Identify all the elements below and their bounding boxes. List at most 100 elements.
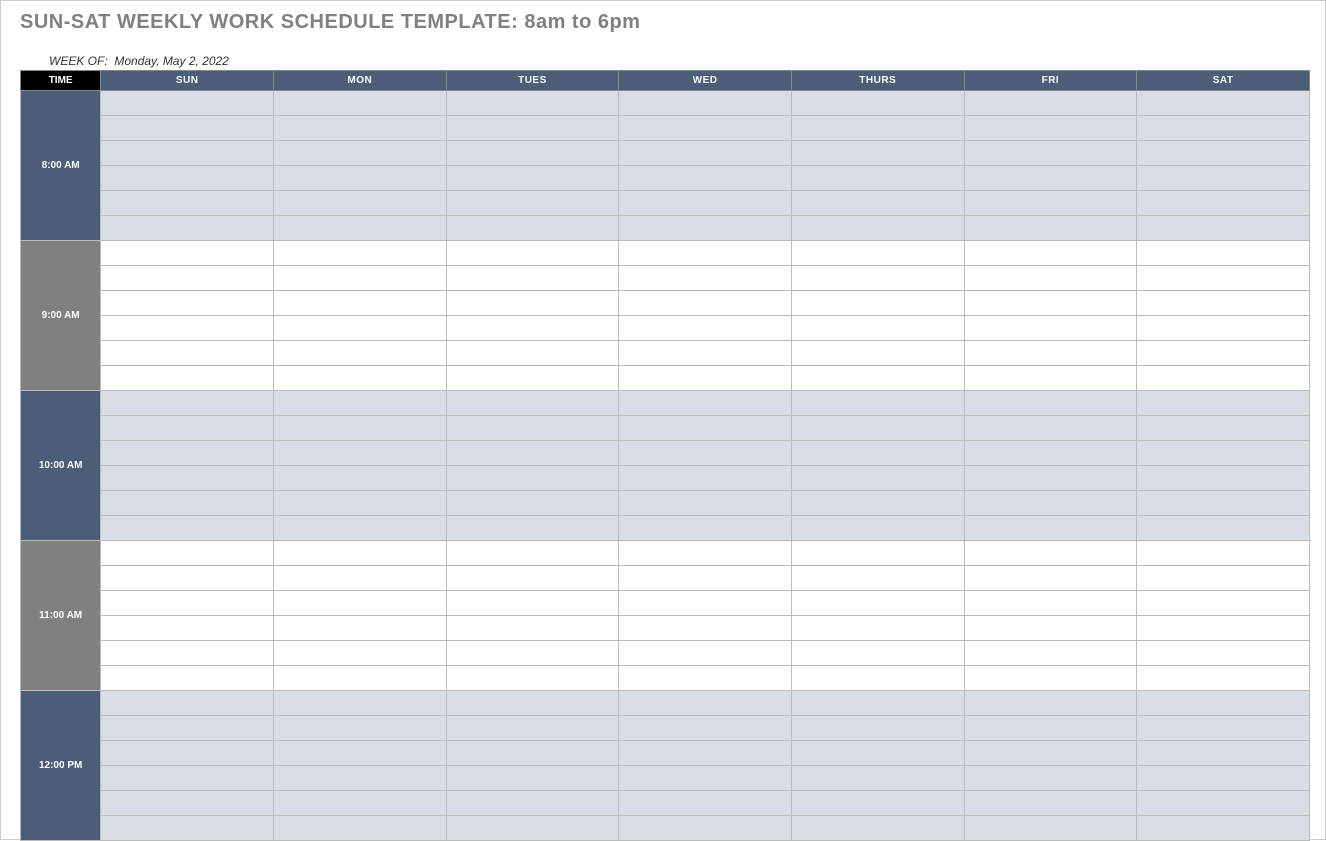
schedule-cell[interactable] [101, 166, 274, 191]
schedule-cell[interactable] [791, 241, 964, 266]
schedule-cell[interactable] [964, 391, 1137, 416]
schedule-cell[interactable] [619, 491, 792, 516]
schedule-cell[interactable] [273, 791, 446, 816]
schedule-cell[interactable] [964, 141, 1137, 166]
schedule-cell[interactable] [101, 466, 274, 491]
schedule-cell[interactable] [1137, 666, 1310, 691]
schedule-cell[interactable] [964, 241, 1137, 266]
schedule-cell[interactable] [446, 241, 619, 266]
schedule-cell[interactable] [964, 441, 1137, 466]
schedule-cell[interactable] [791, 291, 964, 316]
schedule-cell[interactable] [446, 491, 619, 516]
schedule-cell[interactable] [791, 791, 964, 816]
schedule-cell[interactable] [273, 591, 446, 616]
schedule-cell[interactable] [273, 91, 446, 116]
schedule-cell[interactable] [964, 316, 1137, 341]
schedule-cell[interactable] [101, 391, 274, 416]
schedule-cell[interactable] [791, 666, 964, 691]
schedule-cell[interactable] [446, 816, 619, 841]
schedule-cell[interactable] [273, 241, 446, 266]
schedule-cell[interactable] [791, 716, 964, 741]
schedule-cell[interactable] [1137, 791, 1310, 816]
schedule-cell[interactable] [619, 666, 792, 691]
schedule-cell[interactable] [619, 466, 792, 491]
schedule-cell[interactable] [101, 91, 274, 116]
schedule-cell[interactable] [791, 516, 964, 541]
schedule-cell[interactable] [1137, 766, 1310, 791]
schedule-cell[interactable] [273, 216, 446, 241]
schedule-cell[interactable] [101, 216, 274, 241]
schedule-cell[interactable] [791, 191, 964, 216]
schedule-cell[interactable] [964, 816, 1137, 841]
schedule-cell[interactable] [791, 441, 964, 466]
schedule-cell[interactable] [791, 116, 964, 141]
schedule-cell[interactable] [446, 741, 619, 766]
schedule-cell[interactable] [273, 316, 446, 341]
schedule-cell[interactable] [1137, 341, 1310, 366]
schedule-cell[interactable] [964, 191, 1137, 216]
schedule-cell[interactable] [619, 141, 792, 166]
schedule-cell[interactable] [446, 591, 619, 616]
schedule-cell[interactable] [273, 641, 446, 666]
schedule-cell[interactable] [273, 266, 446, 291]
schedule-cell[interactable] [619, 716, 792, 741]
schedule-cell[interactable] [101, 441, 274, 466]
schedule-cell[interactable] [101, 616, 274, 641]
schedule-cell[interactable] [791, 391, 964, 416]
schedule-cell[interactable] [1137, 291, 1310, 316]
schedule-cell[interactable] [446, 366, 619, 391]
schedule-cell[interactable] [273, 741, 446, 766]
schedule-cell[interactable] [446, 541, 619, 566]
schedule-cell[interactable] [101, 266, 274, 291]
schedule-cell[interactable] [273, 416, 446, 441]
schedule-cell[interactable] [101, 341, 274, 366]
schedule-cell[interactable] [273, 666, 446, 691]
schedule-cell[interactable] [619, 366, 792, 391]
schedule-cell[interactable] [619, 291, 792, 316]
schedule-cell[interactable] [273, 391, 446, 416]
schedule-cell[interactable] [619, 741, 792, 766]
schedule-cell[interactable] [273, 366, 446, 391]
schedule-cell[interactable] [1137, 516, 1310, 541]
schedule-cell[interactable] [273, 141, 446, 166]
schedule-cell[interactable] [964, 216, 1137, 241]
schedule-cell[interactable] [101, 491, 274, 516]
schedule-cell[interactable] [446, 441, 619, 466]
schedule-cell[interactable] [1137, 816, 1310, 841]
schedule-cell[interactable] [791, 691, 964, 716]
schedule-cell[interactable] [619, 641, 792, 666]
schedule-cell[interactable] [1137, 166, 1310, 191]
schedule-cell[interactable] [273, 441, 446, 466]
schedule-cell[interactable] [964, 741, 1137, 766]
schedule-cell[interactable] [273, 816, 446, 841]
schedule-cell[interactable] [446, 266, 619, 291]
schedule-cell[interactable] [619, 391, 792, 416]
schedule-cell[interactable] [446, 116, 619, 141]
schedule-cell[interactable] [791, 316, 964, 341]
schedule-cell[interactable] [1137, 541, 1310, 566]
schedule-cell[interactable] [791, 641, 964, 666]
schedule-cell[interactable] [619, 266, 792, 291]
schedule-cell[interactable] [446, 716, 619, 741]
schedule-cell[interactable] [273, 766, 446, 791]
schedule-cell[interactable] [1137, 416, 1310, 441]
schedule-cell[interactable] [273, 491, 446, 516]
schedule-cell[interactable] [446, 516, 619, 541]
schedule-cell[interactable] [1137, 191, 1310, 216]
schedule-cell[interactable] [446, 416, 619, 441]
schedule-cell[interactable] [619, 816, 792, 841]
schedule-cell[interactable] [446, 466, 619, 491]
schedule-cell[interactable] [619, 91, 792, 116]
schedule-cell[interactable] [446, 91, 619, 116]
schedule-cell[interactable] [273, 716, 446, 741]
schedule-cell[interactable] [446, 216, 619, 241]
schedule-cell[interactable] [791, 91, 964, 116]
schedule-cell[interactable] [964, 691, 1137, 716]
schedule-cell[interactable] [446, 291, 619, 316]
schedule-cell[interactable] [964, 366, 1137, 391]
schedule-cell[interactable] [446, 341, 619, 366]
schedule-cell[interactable] [619, 766, 792, 791]
schedule-cell[interactable] [964, 716, 1137, 741]
schedule-cell[interactable] [619, 316, 792, 341]
schedule-cell[interactable] [101, 666, 274, 691]
